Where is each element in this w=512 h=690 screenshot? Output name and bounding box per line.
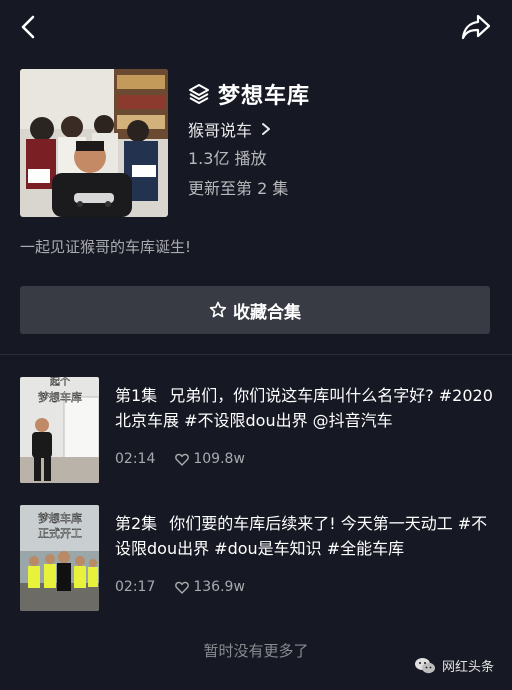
title-row: 梦想车库 (188, 79, 310, 109)
author-name: 猴哥说车 (188, 121, 253, 140)
chevron-left-icon (21, 15, 35, 39)
collection-info: 梦想车库 猴哥说车 1.3亿 播放 更新至第 2 集 (188, 79, 310, 201)
play-count: 1.3亿 播放 (188, 149, 267, 168)
episode-caption: 兄弟们，你们说这车库叫什么名字好? #2020北京车展 #不设限dou出界 @抖… (115, 386, 493, 430)
episode-likes: 136.9w (193, 579, 245, 595)
collect-collection-button[interactable]: 收藏合集 (20, 286, 490, 334)
share-button[interactable] (460, 12, 492, 42)
wechat-icon (414, 657, 435, 673)
cover-photo (20, 69, 168, 217)
episode-item[interactable]: 起个 梦想车库 第1集 兄弟们，你们说这车库叫什么名字好? #2020北京车展 #… (20, 377, 493, 483)
share-arrow-icon (461, 14, 491, 40)
collection-title: 梦想车库 (218, 84, 311, 109)
episode-thumbnail: 起个 梦想车库 (20, 377, 99, 483)
collection-description: 一起见证猴哥的车库诞生! (20, 238, 192, 256)
episode-duration: 02:17 (115, 579, 156, 595)
watermark: 网红头条 (414, 656, 494, 675)
episode-title: 第1集 兄弟们，你们说这车库叫什么名字好? #2020北京车展 #不设限dou出界… (115, 383, 493, 433)
episode-thumbnail: 梦想车库 正式开工 (20, 505, 99, 611)
top-bar (0, 0, 512, 56)
episode-number: 第1集 (115, 386, 158, 405)
episode-likes: 109.8w (193, 451, 245, 467)
episode-item[interactable]: 梦想车库 正式开工 第2集 你们要的车库后续来了! 今天第一天动工 #不设限dou… (20, 505, 492, 611)
watermark-text: 网红头条 (441, 660, 494, 675)
episode-caption: 你们要的车库后续来了! 今天第一天动工 #不设限dou出界 #dou是车知识 #… (115, 514, 488, 558)
collection-cover[interactable] (20, 69, 168, 217)
collect-button-label: 收藏合集 (233, 302, 301, 323)
thumb-caption-2: 梦想车库 (38, 390, 82, 404)
divider (0, 354, 512, 355)
collection-header: 梦想车库 猴哥说车 1.3亿 播放 更新至第 2 集 (20, 69, 492, 219)
back-button[interactable] (14, 12, 44, 42)
episode-meta: 02:17 136.9w (115, 579, 245, 595)
episode-duration: 02:14 (115, 451, 156, 467)
stack-icon (189, 84, 209, 104)
star-outline-icon (209, 301, 227, 318)
chevron-right-icon (262, 123, 271, 135)
thumb-caption-1: 起个 (50, 377, 70, 388)
update-status: 更新至第 2 集 (188, 179, 289, 198)
heart-icon (175, 453, 190, 466)
thumb-caption-2: 正式开工 (38, 527, 82, 540)
heart-icon (175, 581, 190, 594)
episode-number: 第2集 (115, 514, 158, 533)
author-link[interactable]: 猴哥说车 (188, 117, 310, 141)
episode-title: 第2集 你们要的车库后续来了! 今天第一天动工 #不设限dou出界 #dou是车知… (115, 511, 493, 561)
thumb-caption-1: 梦想车库 (38, 511, 82, 525)
episode-meta: 02:14 109.8w (115, 451, 245, 467)
